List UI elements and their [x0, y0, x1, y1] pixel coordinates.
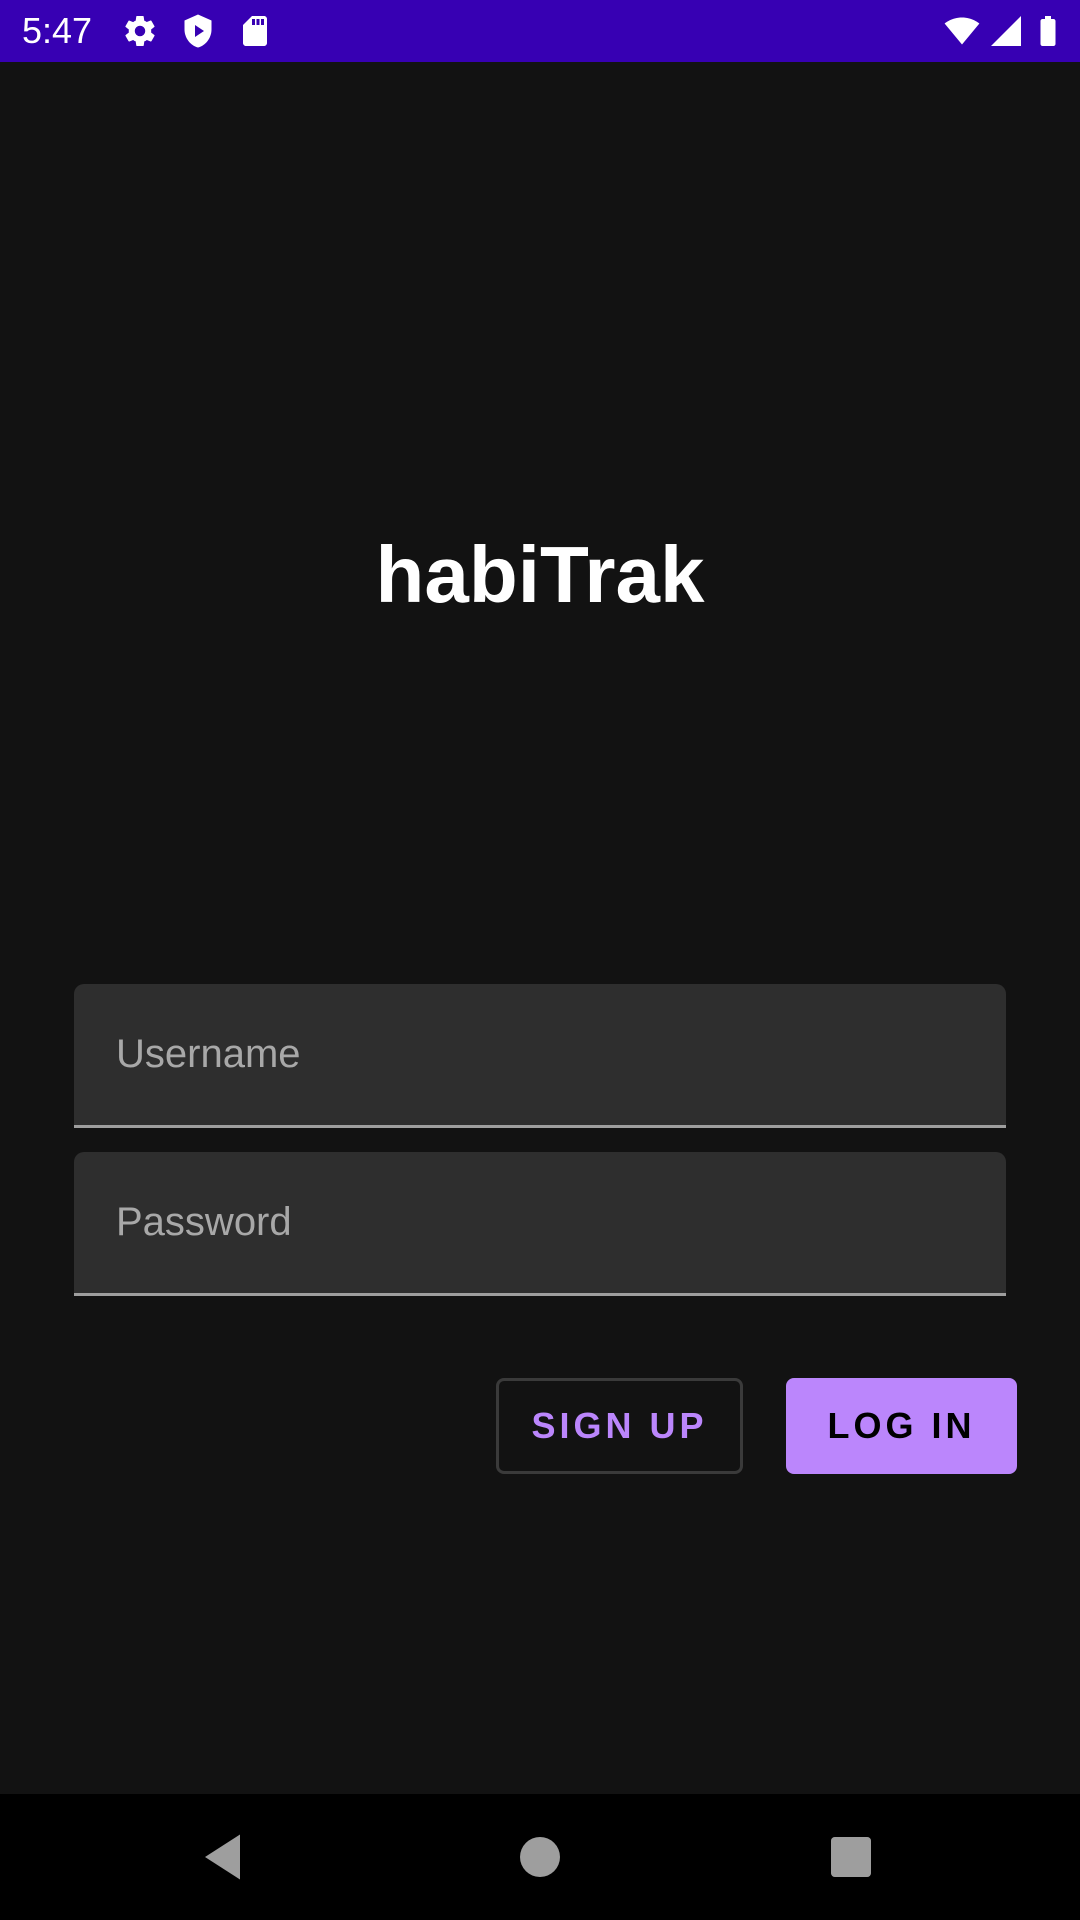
- login-button[interactable]: LOG IN: [786, 1378, 1017, 1474]
- sd-card-icon: [237, 13, 273, 49]
- username-input[interactable]: [74, 984, 1006, 1125]
- app-title: habiTrak: [375, 530, 705, 619]
- signup-button[interactable]: SIGN UP: [496, 1378, 743, 1474]
- login-button-label: LOG IN: [827, 1405, 976, 1446]
- battery-icon: [1030, 13, 1066, 49]
- password-input[interactable]: [74, 1152, 1006, 1293]
- shield-play-icon: [180, 13, 216, 49]
- gear-icon: [122, 13, 158, 49]
- cell-signal-icon: [988, 13, 1024, 49]
- username-field-container: [74, 984, 1006, 1128]
- wifi-icon: [944, 13, 980, 49]
- password-field-container: [74, 1152, 1006, 1296]
- recents-icon[interactable]: [821, 1827, 881, 1887]
- signup-button-label: SIGN UP: [531, 1405, 708, 1446]
- back-icon[interactable]: [195, 1827, 255, 1887]
- navigation-bar: [0, 1794, 1080, 1920]
- status-bar: 5:47: [0, 0, 1080, 62]
- login-screen: 5:47 habiTrak SIGN UP LOG IN: [0, 0, 1080, 1920]
- home-icon[interactable]: [510, 1827, 570, 1887]
- status-time: 5:47: [22, 10, 93, 51]
